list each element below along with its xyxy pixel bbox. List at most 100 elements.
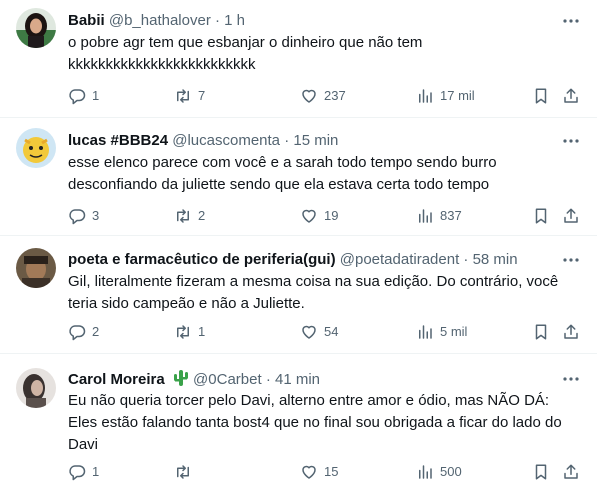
like-count: 15 (324, 464, 339, 479)
tweet-header: Carol Moreira @0Carbet · 41 min (68, 369, 553, 389)
bookmark-button[interactable] (532, 462, 550, 482)
share-icon (564, 324, 578, 339)
bookmark-button[interactable] (532, 206, 550, 226)
share-button[interactable] (562, 206, 580, 226)
tweet-text-line: Eu não queria torcer pelo Davi, alterno … (68, 392, 550, 409)
separator-dot: · (215, 12, 220, 29)
share-icon (564, 88, 578, 103)
avatar[interactable] (16, 368, 56, 408)
retweet-button[interactable] (174, 462, 198, 482)
views-icon (419, 89, 432, 103)
user-handle[interactable]: @b_hathalover (109, 12, 211, 29)
more-icon[interactable] (561, 11, 581, 31)
tweet[interactable]: lucas #BBB24 @lucascomenta · 15 min esse… (0, 118, 597, 236)
tweet[interactable]: Carol Moreira @0Carbet · 41 min Eu não q… (0, 354, 597, 494)
timestamp[interactable]: 1 h (224, 12, 245, 29)
avatar[interactable] (16, 128, 56, 168)
timestamp[interactable]: 58 min (473, 251, 518, 268)
views-count: 17 mil (440, 88, 475, 103)
tweet-text-line: desconfiando da juliette sendo que ela e… (68, 176, 490, 193)
retweet-icon (177, 89, 189, 103)
reply-count: 1 (92, 88, 100, 103)
views-button[interactable]: 837 (416, 206, 462, 226)
bookmark-icon (535, 88, 547, 104)
user-handle[interactable]: @lucascomenta (172, 132, 280, 149)
retweet-button[interactable]: 7 (174, 86, 205, 106)
display-name[interactable]: poeta e farmacêutico de periferia(gui) (68, 251, 336, 268)
share-button[interactable] (562, 462, 580, 482)
reply-icon (69, 89, 86, 105)
retweet-icon (177, 465, 189, 479)
tweet-text: Gil, literalmente fizeram a mesma coisa … (68, 271, 583, 315)
views-button[interactable]: 5 mil (416, 322, 467, 342)
tweet-actions: 2 1 54 5 mil (68, 322, 585, 342)
tweet-actions: 1 15 500 (68, 462, 585, 482)
views-icon (419, 325, 432, 339)
bookmark-icon (535, 324, 547, 340)
more-icon[interactable] (561, 131, 581, 151)
tweet-text-line: Gil, literalmente fizeram a mesma coisa … (68, 273, 559, 290)
like-count: 19 (324, 208, 339, 223)
tweet-text-line: Eles estão falando tanta bost4 que no fi… (68, 414, 562, 431)
like-icon (302, 465, 316, 479)
share-icon (564, 208, 578, 223)
like-icon (302, 209, 316, 223)
avatar[interactable] (16, 8, 56, 48)
like-button[interactable]: 15 (300, 462, 338, 482)
tweet[interactable]: poeta e farmacêutico de periferia(gui) @… (0, 236, 597, 354)
like-button[interactable]: 19 (300, 206, 338, 226)
tweet-text-line: teria sido campeão e não a Juliette. (68, 295, 305, 312)
tweet-actions: 3 2 19 837 (68, 206, 585, 226)
reply-count: 2 (92, 324, 100, 339)
more-icon[interactable] (561, 250, 581, 270)
bookmark-icon (535, 464, 547, 480)
like-button[interactable]: 54 (300, 322, 338, 342)
like-icon (302, 325, 316, 339)
retweet-count: 7 (198, 88, 206, 103)
views-count: 5 mil (440, 324, 468, 339)
views-button[interactable]: 500 (416, 462, 462, 482)
like-icon (302, 89, 316, 103)
tweet-text: esse elenco parece com você e a sarah to… (68, 152, 583, 196)
display-name[interactable]: lucas #BBB24 (68, 132, 168, 149)
display-name[interactable]: Babii (68, 12, 105, 29)
reply-button[interactable]: 3 (68, 206, 99, 226)
reply-button[interactable]: 1 (68, 86, 99, 106)
reply-button[interactable]: 2 (68, 322, 99, 342)
tweet-text-line: esse elenco parece com você e a sarah to… (68, 154, 497, 171)
like-count: 237 (324, 88, 346, 103)
views-count: 837 (440, 208, 462, 223)
reply-count: 1 (92, 464, 100, 479)
tweet-text-line: o pobre agr tem que esbanjar o dinheiro … (68, 34, 423, 51)
tweet-text-line: Davi (68, 436, 99, 453)
bookmark-button[interactable] (532, 86, 550, 106)
retweet-button[interactable]: 1 (174, 322, 205, 342)
tweet-text: o pobre agr tem que esbanjar o dinheiro … (68, 32, 583, 76)
tweet-header: lucas #BBB24 @lucascomenta · 15 min (68, 131, 553, 151)
bookmark-button[interactable] (532, 322, 550, 342)
separator-dot: · (284, 132, 290, 149)
tweet[interactable]: Babii @b_hathalover · 1 h o pobre agr te… (0, 0, 597, 118)
tweet-text-line: kkkkkkkkkkkkkkkkkkkkkkkkk (68, 56, 256, 73)
retweet-icon (177, 209, 189, 223)
avatar[interactable] (16, 248, 56, 288)
reply-icon (69, 465, 86, 481)
reply-icon (69, 325, 86, 341)
display-name[interactable]: Carol Moreira (68, 371, 165, 388)
views-button[interactable]: 17 mil (416, 86, 475, 106)
views-icon (419, 209, 432, 223)
user-handle[interactable]: @poetadatiradent (340, 251, 459, 268)
timestamp[interactable]: 15 min (293, 132, 338, 149)
reply-button[interactable]: 1 (68, 462, 99, 482)
share-button[interactable] (562, 86, 580, 106)
tweet-header: poeta e farmacêutico de periferia(gui) @… (68, 250, 553, 270)
separator-dot: · (265, 371, 271, 388)
timestamp[interactable]: 41 min (275, 371, 320, 388)
retweet-button[interactable]: 2 (174, 206, 205, 226)
user-handle[interactable]: @0Carbet (193, 371, 262, 388)
more-icon[interactable] (561, 369, 581, 389)
like-button[interactable]: 237 (300, 86, 346, 106)
share-button[interactable] (562, 322, 580, 342)
tweet-actions: 1 7 237 17 mil (68, 86, 585, 106)
like-count: 54 (324, 324, 339, 339)
